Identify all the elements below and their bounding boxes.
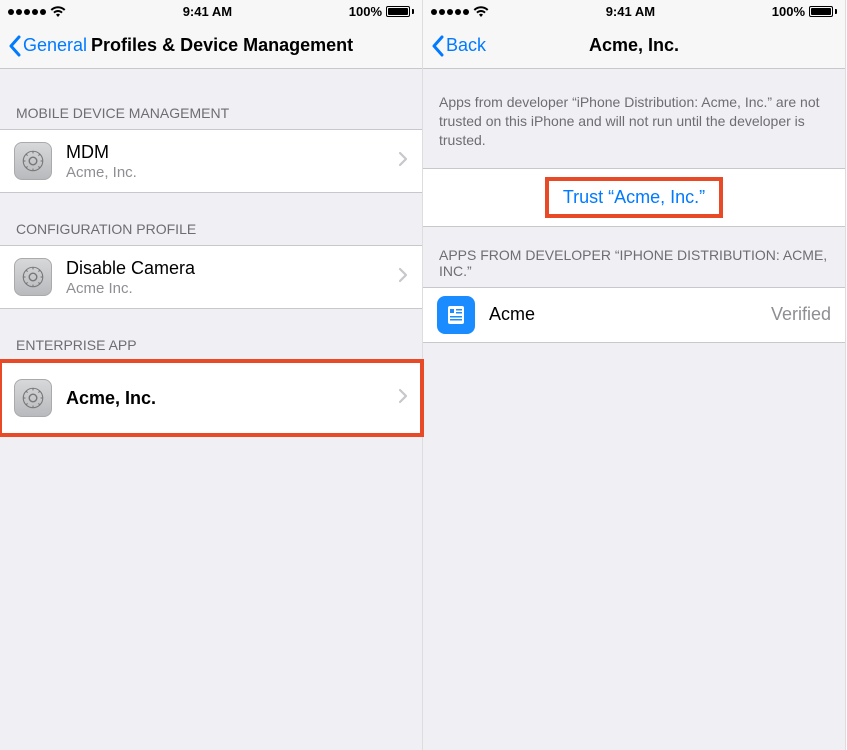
cell-group-config: Disable Camera Acme Inc. bbox=[0, 245, 422, 309]
app-title: Acme bbox=[489, 304, 763, 325]
cell-title: Disable Camera bbox=[66, 258, 398, 279]
battery-percent: 100% bbox=[349, 4, 382, 19]
back-label: General bbox=[23, 35, 87, 56]
chevron-left-icon bbox=[8, 35, 21, 57]
page-title: Profiles & Device Management bbox=[91, 35, 353, 56]
trust-button-label: Trust “Acme, Inc.” bbox=[563, 187, 705, 207]
page-title: Acme, Inc. bbox=[423, 35, 845, 56]
gear-icon bbox=[14, 379, 52, 417]
cell-title: MDM bbox=[66, 142, 398, 163]
app-status: Verified bbox=[771, 304, 831, 325]
cell-mdm[interactable]: MDM Acme, Inc. bbox=[0, 130, 422, 192]
chevron-right-icon bbox=[398, 151, 408, 172]
cell-title: Acme, Inc. bbox=[66, 388, 398, 409]
chevron-left-icon bbox=[431, 35, 444, 57]
wifi-icon bbox=[50, 6, 66, 18]
cell-disable-camera[interactable]: Disable Camera Acme Inc. bbox=[0, 246, 422, 308]
chevron-right-icon bbox=[398, 388, 408, 409]
cell-group-apps: Acme Verified bbox=[423, 287, 845, 343]
phone-left: 9:41 AM 100% General Profiles & Device M… bbox=[0, 0, 423, 750]
cell-app-acme[interactable]: Acme Verified bbox=[423, 288, 845, 342]
section-header-config: Configuration Profile bbox=[0, 193, 422, 245]
cell-group-mdm: MDM Acme, Inc. bbox=[0, 129, 422, 193]
status-time: 9:41 AM bbox=[183, 4, 232, 19]
nav-bar: Back Acme, Inc. bbox=[423, 23, 845, 69]
status-bar: 9:41 AM 100% bbox=[423, 0, 845, 23]
battery-icon bbox=[809, 6, 837, 17]
status-bar: 9:41 AM 100% bbox=[0, 0, 422, 23]
status-time: 9:41 AM bbox=[606, 4, 655, 19]
nav-bar: General Profiles & Device Management bbox=[0, 23, 422, 69]
gear-icon bbox=[14, 258, 52, 296]
cell-group-enterprise: Acme, Inc. bbox=[0, 361, 422, 435]
cell-subtitle: Acme Inc. bbox=[66, 280, 398, 297]
battery-icon bbox=[386, 6, 414, 17]
signal-dots-icon bbox=[8, 9, 46, 15]
wifi-icon bbox=[473, 6, 489, 18]
app-icon bbox=[437, 296, 475, 334]
back-button[interactable]: General bbox=[8, 35, 87, 57]
cell-subtitle: Acme, Inc. bbox=[66, 164, 398, 181]
signal-dots-icon bbox=[431, 9, 469, 15]
chevron-right-icon bbox=[398, 267, 408, 288]
gear-icon bbox=[14, 142, 52, 180]
phone-right: 9:41 AM 100% Back Acme, Inc. Apps from d… bbox=[423, 0, 846, 750]
cell-acme-inc[interactable]: Acme, Inc. bbox=[0, 362, 422, 434]
cell-group-trust: Trust “Acme, Inc.” bbox=[423, 168, 845, 227]
battery-percent: 100% bbox=[772, 4, 805, 19]
section-header-enterprise: Enterprise App bbox=[0, 309, 422, 361]
back-label: Back bbox=[446, 35, 486, 56]
trust-note: Apps from developer “iPhone Distribution… bbox=[423, 69, 845, 168]
section-header-apps: Apps from Developer “iPhone Distribution… bbox=[423, 227, 845, 287]
trust-button[interactable]: Trust “Acme, Inc.” bbox=[423, 169, 845, 226]
section-header-mdm: Mobile Device Management bbox=[0, 69, 422, 129]
back-button[interactable]: Back bbox=[431, 35, 486, 57]
